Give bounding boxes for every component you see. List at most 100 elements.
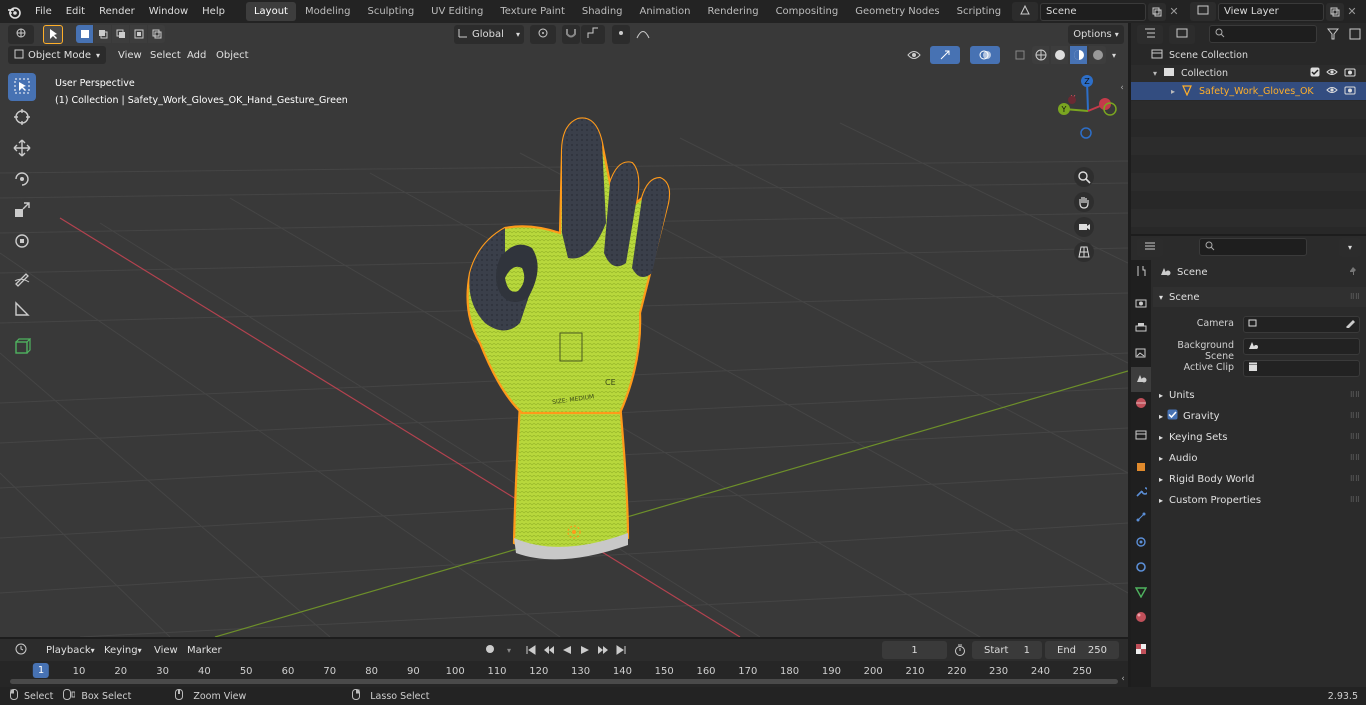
tab-object[interactable] — [1131, 456, 1151, 481]
outliner-row-scene-collection[interactable]: Scene Collection — [1131, 46, 1366, 64]
menu-object[interactable]: Object — [210, 50, 255, 61]
new-collection-icon[interactable] — [1347, 25, 1363, 43]
tab-object-data[interactable] — [1131, 581, 1151, 606]
tab-particles[interactable] — [1131, 506, 1151, 531]
tab-material[interactable] — [1131, 606, 1151, 631]
chevron-right-icon[interactable]: ▸ — [1171, 87, 1175, 96]
gravity-checkbox[interactable] — [1167, 409, 1178, 423]
menu-window[interactable]: Window — [142, 0, 195, 23]
select-tool-icon[interactable] — [43, 24, 63, 44]
close-scene-icon[interactable]: ✕ — [1166, 3, 1182, 21]
gizmo-neg-z-axis[interactable] — [1080, 127, 1092, 139]
timeline-view-menu[interactable]: View — [148, 645, 184, 656]
tool-cursor[interactable] — [8, 104, 36, 132]
tool-rotate[interactable] — [8, 166, 36, 194]
tab-physics[interactable] — [1131, 531, 1151, 556]
object-mode-dropdown[interactable]: Object Mode ▾ — [8, 46, 106, 64]
jump-to-keyframe-back-icon[interactable] — [540, 640, 557, 660]
outliner-search-input[interactable] — [1209, 25, 1317, 43]
shading-options-dropdown[interactable]: ▾ — [1108, 46, 1120, 64]
tab-layout[interactable]: Layout — [245, 2, 296, 21]
keying-options-dropdown[interactable]: ▾ — [502, 641, 516, 659]
visibility-eye-icon[interactable] — [900, 46, 928, 64]
tool-select-box[interactable] — [8, 73, 36, 101]
menu-add[interactable]: Add — [181, 50, 212, 61]
jump-to-end-icon[interactable] — [612, 640, 629, 660]
eye-icon[interactable] — [1326, 85, 1338, 98]
background-scene-field[interactable] — [1243, 338, 1360, 355]
tab-compositing[interactable]: Compositing — [768, 2, 847, 21]
rendered-shading-icon[interactable] — [1089, 46, 1106, 64]
scene-selector-button[interactable] — [1012, 2, 1038, 21]
keying-sets-panel-header[interactable]: ▸ Keying Sets ⠿⠿ — [1153, 427, 1366, 447]
drag-handle-icon[interactable]: ⠿⠿ — [1350, 412, 1360, 420]
tab-uv-editing[interactable]: UV Editing — [423, 2, 491, 21]
audio-panel-header[interactable]: ▸ Audio ⠿⠿ — [1153, 448, 1366, 468]
timeline-scrollbar[interactable] — [10, 679, 1118, 684]
drag-handle-icon[interactable]: ⠿⠿ — [1350, 475, 1360, 483]
drag-handle-icon[interactable]: ⠿⠿ — [1350, 433, 1360, 441]
tab-sculpting[interactable]: Sculpting — [359, 2, 422, 21]
tool-annotate[interactable] — [8, 265, 36, 293]
tab-texture-paint[interactable]: Texture Paint — [492, 2, 573, 21]
tab-animation[interactable]: Animation — [632, 2, 699, 21]
tab-constraints[interactable] — [1131, 556, 1151, 581]
tool-move[interactable] — [8, 135, 36, 163]
select-subtract-icon[interactable] — [112, 25, 129, 43]
drag-handle-icon[interactable]: ⠿⠿ — [1350, 391, 1360, 399]
active-clip-field[interactable] — [1243, 360, 1360, 377]
navigation-gizmo[interactable]: Z Y X — [1048, 71, 1128, 271]
menu-file[interactable]: File — [28, 0, 59, 23]
select-invert-icon[interactable] — [130, 25, 147, 43]
drag-handle-icon[interactable]: ⠿⠿ — [1350, 293, 1360, 301]
timeline-ruler[interactable]: 10 20 30 40 50 60 70 80 90 100 110 120 130 140 150 160 1… — [0, 661, 1128, 687]
keying-menu[interactable]: Keying ▾ — [98, 641, 146, 659]
scene-name-field[interactable]: Scene — [1040, 2, 1146, 21]
outliner-row-glove-object[interactable]: ▸ Safety_Work_Gloves_OK — [1131, 82, 1366, 100]
current-frame-field[interactable]: 1 — [882, 641, 947, 659]
xray-toggle-icon[interactable] — [1010, 46, 1030, 64]
drag-handle-icon[interactable]: ⠿⠿ — [1350, 496, 1360, 504]
play-icon[interactable] — [576, 640, 593, 660]
tab-rendering[interactable]: Rendering — [699, 2, 766, 21]
gizmo-x-axis[interactable] — [1099, 98, 1111, 110]
view-layer-name-field[interactable]: View Layer — [1218, 2, 1324, 21]
end-frame-field[interactable]: End 250 — [1045, 641, 1119, 659]
options-dropdown[interactable]: Options ▾ — [1068, 24, 1124, 44]
outliner-row-collection[interactable]: ▾ Collection — [1131, 64, 1366, 82]
properties-editor-type-button[interactable] — [1137, 237, 1163, 257]
filter-icon[interactable] — [1321, 25, 1345, 43]
tab-modifiers[interactable] — [1131, 481, 1151, 506]
pin-icon[interactable] — [1348, 266, 1358, 279]
camera-field[interactable] — [1243, 316, 1360, 333]
jump-to-keyframe-forward-icon[interactable] — [594, 640, 611, 660]
tab-geometry-nodes[interactable]: Geometry Nodes — [847, 2, 947, 21]
preview-range-stopwatch-icon[interactable] — [952, 641, 968, 659]
material-shading-icon[interactable] — [1070, 46, 1087, 64]
playback-menu[interactable]: Playback ▾ — [40, 641, 96, 659]
tool-measure[interactable] — [8, 296, 36, 324]
overlay-toggle-icon[interactable] — [970, 46, 1000, 64]
snap-target-dropdown[interactable] — [581, 24, 605, 44]
tool-transform[interactable] — [8, 228, 36, 256]
select-new-icon[interactable] — [76, 25, 93, 43]
blender-logo-icon[interactable] — [0, 0, 28, 23]
transform-orientation-dropdown[interactable]: Global ▾ — [454, 24, 524, 44]
start-frame-field[interactable]: Start 1 — [972, 641, 1042, 659]
properties-options-dropdown[interactable]: ▾ — [1339, 237, 1361, 257]
auto-keying-toggle[interactable] — [480, 640, 500, 660]
units-panel-header[interactable]: ▸ Units ⠿⠿ — [1153, 385, 1366, 405]
properties-search-input[interactable] — [1199, 238, 1307, 256]
tab-shading[interactable]: Shading — [574, 2, 631, 21]
menu-help[interactable]: Help — [195, 0, 232, 23]
tab-scene[interactable] — [1131, 367, 1151, 392]
display-mode-button[interactable] — [1169, 24, 1195, 44]
play-reverse-icon[interactable] — [558, 640, 575, 660]
timeline-editor-type-button[interactable] — [7, 640, 35, 660]
tab-modeling[interactable]: Modeling — [297, 2, 359, 21]
rigid-body-world-panel-header[interactable]: ▸ Rigid Body World ⠿⠿ — [1153, 469, 1366, 489]
editor-type-button[interactable] — [8, 24, 34, 44]
snap-toggle[interactable] — [562, 24, 580, 44]
wireframe-shading-icon[interactable] — [1032, 46, 1049, 64]
menu-render[interactable]: Render — [92, 0, 142, 23]
